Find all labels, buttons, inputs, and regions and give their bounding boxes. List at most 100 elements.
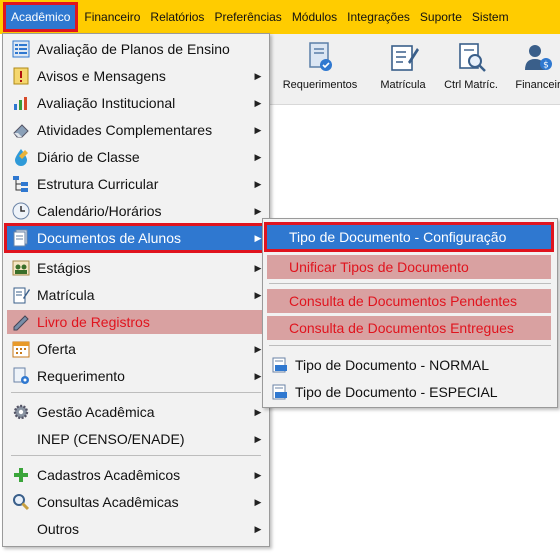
menu-item-label: Oferta bbox=[37, 341, 76, 357]
documentos-submenu: Tipo de Documento - Configuração Unifica… bbox=[262, 218, 558, 408]
menu-item-consultas[interactable]: Consultas Acadêmicas ▶ bbox=[7, 490, 265, 514]
chevron-right-icon: ▶ bbox=[254, 496, 262, 507]
chevron-right-icon: ▶ bbox=[254, 433, 262, 444]
menu-item-avisos[interactable]: Avisos e Mensagens ▶ bbox=[7, 64, 265, 88]
toolbar: Requerimentos Matrícula Ctrl Matríc. $ F… bbox=[268, 34, 560, 105]
menu-item-gestao-academica[interactable]: Gestão Acadêmica ▶ bbox=[7, 400, 265, 424]
menu-academico[interactable]: Acadêmico bbox=[2, 2, 79, 32]
submenu-item-label: Consulta de Documentos Entregues bbox=[289, 320, 514, 336]
tree-icon bbox=[13, 176, 28, 192]
matricula-label: Matrícula bbox=[380, 79, 426, 91]
menu-financeiro[interactable]: Financeiro bbox=[79, 5, 145, 29]
menu-item-atividades[interactable]: Atividades Complementares ▶ bbox=[7, 118, 265, 142]
eraser-icon bbox=[13, 124, 29, 138]
search-icon bbox=[13, 494, 30, 511]
menu-suporte[interactable]: Suporte bbox=[415, 5, 467, 29]
menubar: Acadêmico Financeiro Relatórios Preferên… bbox=[0, 0, 560, 34]
menu-integracoes[interactable]: Integrações bbox=[342, 5, 415, 29]
submenu-item-tipo-normal[interactable]: Tipo de Documento - NORMAL bbox=[267, 353, 551, 377]
chart-icon bbox=[14, 97, 27, 110]
menu-item-label: INEP (CENSO/ENADE) bbox=[37, 431, 185, 447]
menu-item-label: Estrutura Curricular bbox=[37, 176, 159, 192]
chevron-right-icon: ▶ bbox=[254, 97, 262, 108]
submenu-item-label: Tipo de Documento - NORMAL bbox=[295, 357, 489, 373]
menu-preferencias[interactable]: Preferências bbox=[209, 5, 286, 29]
menu-item-label: Avaliação Institucional bbox=[37, 95, 176, 111]
ctrl-matric-button[interactable]: Ctrl Matríc. bbox=[436, 40, 506, 100]
menu-item-inep[interactable]: INEP (CENSO/ENADE) ▶ bbox=[7, 427, 265, 451]
menu-sistema[interactable]: Sistem bbox=[467, 5, 514, 29]
menu-item-label: Cadastros Acadêmicos bbox=[37, 467, 181, 483]
menu-item-label: Avaliação de Planos de Ensino bbox=[37, 41, 230, 57]
doc-card-icon bbox=[272, 384, 287, 400]
matricula-button[interactable]: Matrícula bbox=[368, 40, 438, 100]
menu-item-label: Avisos e Mensagens bbox=[37, 68, 166, 84]
chevron-right-icon: ▶ bbox=[254, 178, 262, 189]
menu-item-avaliacao-planos[interactable]: Avaliação de Planos de Ensino bbox=[7, 37, 265, 61]
menu-item-label: Livro de Registros bbox=[37, 314, 150, 330]
submenu-item-tipo-especial[interactable]: Tipo de Documento - ESPECIAL bbox=[267, 380, 551, 404]
submenu-item-consulta-entregues[interactable]: Consulta de Documentos Entregues bbox=[267, 316, 551, 340]
submenu-item-label: Tipo de Documento - ESPECIAL bbox=[295, 384, 498, 400]
chevron-right-icon: ▶ bbox=[254, 205, 262, 216]
form-pen-icon bbox=[391, 45, 419, 71]
menu-item-documentos-alunos[interactable]: Documentos de Alunos ▶ bbox=[4, 223, 268, 253]
chevron-right-icon: ▶ bbox=[254, 469, 262, 480]
menu-item-livro-registros[interactable]: Livro de Registros bbox=[7, 310, 265, 334]
menu-item-diario[interactable]: Diário de Classe ▶ bbox=[7, 145, 265, 169]
menu-separator bbox=[269, 345, 551, 346]
menu-item-label: Estágios bbox=[37, 260, 91, 276]
documents-icon bbox=[13, 229, 28, 247]
menu-separator bbox=[269, 283, 551, 284]
menu-item-estrutura[interactable]: Estrutura Curricular ▶ bbox=[7, 172, 265, 196]
pencil-icon bbox=[13, 315, 29, 331]
menu-relatorios[interactable]: Relatórios bbox=[145, 5, 209, 29]
submenu-item-consulta-pendentes[interactable]: Consulta de Documentos Pendentes bbox=[267, 289, 551, 313]
menu-item-label: Outros bbox=[37, 521, 80, 537]
requerimentos-button[interactable]: Requerimentos bbox=[278, 40, 362, 100]
menu-item-label: Calendário/Horários bbox=[37, 203, 162, 219]
menu-item-cadastros[interactable]: Cadastros Acadêmicos ▶ bbox=[7, 463, 265, 487]
menu-item-label: Requerimento bbox=[37, 368, 125, 384]
menu-modulos[interactable]: Módulos bbox=[287, 5, 342, 29]
menu-item-outros[interactable]: Outros ▶ bbox=[7, 517, 265, 541]
menu-item-matricula[interactable]: Matrícula ▶ bbox=[7, 283, 265, 307]
menu-item-estagios[interactable]: Estágios ▶ bbox=[7, 256, 265, 280]
financeiro-button[interactable]: $ Financeir bbox=[508, 40, 560, 100]
gear-icon bbox=[13, 404, 29, 420]
chevron-right-icon: ▶ bbox=[254, 523, 262, 534]
menu-item-calendario-horarios[interactable]: Calendário/Horários ▶ bbox=[7, 199, 265, 223]
menu-item-label: Gestão Acadêmica bbox=[37, 404, 155, 420]
calendar-clock-icon bbox=[12, 202, 30, 220]
menu-item-avaliacao-institucional[interactable]: Avaliação Institucional ▶ bbox=[7, 91, 265, 115]
gear-doc-icon bbox=[13, 367, 29, 384]
chevron-right-icon: ▶ bbox=[254, 406, 262, 417]
svg-text:$: $ bbox=[543, 61, 549, 71]
menu-item-label: Documentos de Alunos bbox=[37, 230, 181, 246]
requerimentos-label: Requerimentos bbox=[282, 79, 358, 91]
document-check-icon bbox=[309, 42, 332, 71]
menu-item-label: Matrícula bbox=[37, 287, 95, 303]
submenu-item-label: Consulta de Documentos Pendentes bbox=[289, 293, 518, 309]
chevron-right-icon: ▶ bbox=[254, 124, 262, 135]
submenu-item-label: Unificar Tipos de Documento bbox=[289, 259, 469, 275]
form-pen-icon bbox=[13, 287, 30, 304]
menu-item-label: Diário de Classe bbox=[37, 149, 140, 165]
menu-separator bbox=[11, 455, 261, 456]
droplet-icon bbox=[15, 149, 28, 166]
doc-card-icon bbox=[272, 357, 287, 373]
plus-icon bbox=[14, 468, 28, 482]
academico-dropdown: Avaliação de Planos de Ensino Avisos e M… bbox=[2, 33, 270, 547]
submenu-item-tipo-documento-configuracao[interactable]: Tipo de Documento - Configuração bbox=[264, 222, 554, 252]
menu-item-label: Consultas Acadêmicas bbox=[37, 494, 179, 510]
exclamation-icon bbox=[13, 67, 29, 85]
chevron-right-icon: ▶ bbox=[254, 151, 262, 162]
menu-separator bbox=[11, 392, 261, 393]
chevron-right-icon: ▶ bbox=[254, 70, 262, 81]
menu-item-oferta[interactable]: Oferta ▶ bbox=[7, 337, 265, 361]
submenu-item-unificar-tipos[interactable]: Unificar Tipos de Documento bbox=[267, 255, 551, 279]
menu-item-requerimento[interactable]: Requerimento ▶ bbox=[7, 364, 265, 388]
document-search-icon bbox=[459, 43, 486, 72]
ctrl-matric-label: Ctrl Matríc. bbox=[444, 79, 498, 91]
people-icon bbox=[12, 260, 30, 276]
